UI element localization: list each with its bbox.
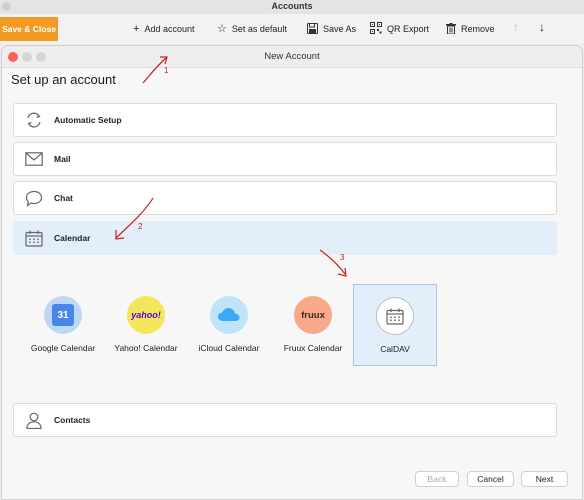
cloud-icon [218, 308, 240, 321]
window-title: Accounts [271, 1, 313, 11]
icloud-calendar-label: iCloud Calendar [198, 343, 260, 353]
accounts-window-titlebar: Accounts [0, 0, 584, 14]
remove-button[interactable]: Remove [446, 20, 495, 38]
contacts-row[interactable]: Contacts [13, 403, 557, 437]
person-icon [14, 412, 54, 429]
icloud-calendar-option[interactable]: iCloud Calendar [187, 284, 271, 366]
add-account-button[interactable]: + Add account [133, 20, 194, 38]
caldav-option[interactable]: CalDAV [353, 284, 437, 366]
disk-icon [307, 22, 318, 36]
qr-export-button[interactable]: QR Export [370, 20, 429, 38]
envelope-icon [14, 152, 54, 166]
refresh-icon [14, 112, 54, 128]
google-calendar-option[interactable]: 31 Google Calendar [21, 284, 105, 366]
back-button[interactable]: Back [415, 471, 459, 487]
google-calendar-badge: 31 [52, 304, 74, 326]
annotation-number: 2 [138, 222, 143, 231]
cancel-button[interactable]: Cancel [467, 471, 514, 487]
fruux-calendar-option[interactable]: fruux Fruux Calendar [271, 284, 355, 366]
automatic-setup-row[interactable]: Automatic Setup [13, 103, 557, 137]
yahoo-calendar-option[interactable]: yahoo! Yahoo! Calendar [104, 284, 188, 366]
annotation-number: 3 [340, 253, 345, 262]
star-icon: ☆ [217, 22, 227, 35]
mail-row[interactable]: Mail [13, 142, 557, 176]
mail-label: Mail [54, 154, 71, 164]
yahoo-logo-text: yahoo! [131, 310, 161, 320]
new-account-dialog: New Account Set up an account Automatic … [1, 45, 583, 500]
qr-export-label: QR Export [387, 24, 430, 34]
contacts-label: Contacts [54, 415, 91, 425]
chat-label: Chat [54, 193, 73, 203]
calendar-label: Calendar [54, 233, 91, 243]
set-default-button[interactable]: ☆ Set as default [217, 20, 287, 38]
plus-icon: + [133, 22, 140, 35]
calendar-icon [14, 230, 54, 247]
yahoo-calendar-label: Yahoo! Calendar [114, 343, 178, 353]
calendar-row[interactable]: Calendar [13, 221, 557, 255]
toolbar [0, 14, 584, 44]
annotation-number: 1 [164, 66, 169, 75]
next-button[interactable]: Next [521, 471, 568, 487]
chat-bubble-icon [14, 190, 54, 207]
automatic-setup-label: Automatic Setup [54, 115, 122, 125]
move-up-button[interactable]: ↑ [513, 20, 519, 34]
chat-row[interactable]: Chat [13, 181, 557, 215]
save-close-button[interactable]: Save & Close [0, 17, 58, 41]
trash-icon [446, 22, 456, 36]
caldav-label: CalDAV [380, 344, 410, 354]
move-down-button[interactable]: ↓ [539, 20, 545, 34]
caldav-icon [376, 297, 414, 335]
qr-code-icon [370, 22, 382, 36]
fruux-logo-text: fruux [301, 309, 325, 321]
set-default-label: Set as default [231, 24, 287, 34]
google-calendar-icon: 31 [44, 296, 82, 334]
dialog-title: New Account [264, 51, 320, 62]
save-as-button[interactable]: Save As [307, 20, 356, 38]
icloud-calendar-icon [210, 296, 248, 334]
yahoo-calendar-icon: yahoo! [127, 296, 165, 334]
dialog-titlebar: New Account [2, 46, 582, 68]
google-calendar-label: Google Calendar [30, 343, 96, 353]
calendar-icon [386, 308, 404, 325]
remove-label: Remove [461, 24, 495, 34]
setup-heading: Set up an account [11, 72, 116, 87]
save-as-label: Save As [323, 24, 357, 34]
fruux-calendar-label: Fruux Calendar [283, 343, 343, 353]
add-account-label: Add account [144, 24, 195, 34]
fruux-calendar-icon: fruux [294, 296, 332, 334]
